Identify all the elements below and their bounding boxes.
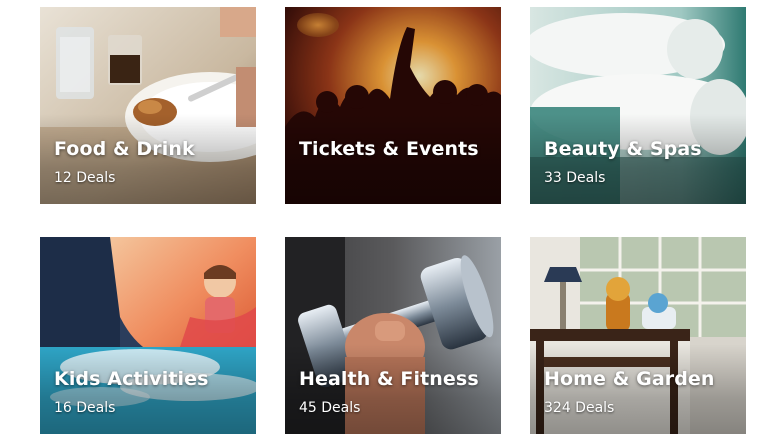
category-title: Health & Fitness: [299, 368, 479, 390]
venue-logo-icon: [297, 13, 339, 37]
category-title: Food & Drink: [54, 138, 195, 160]
deal-count: 12 Deals: [54, 170, 116, 186]
category-title: Beauty & Spas: [544, 138, 702, 160]
category-grid: Food & Drink 12 Deals Tickets & Events B…: [40, 7, 746, 434]
category-title: Tickets & Events: [299, 138, 479, 160]
deal-count: 33 Deals: [544, 170, 606, 186]
category-tile-kids-activities[interactable]: Kids Activities 16 Deals: [40, 237, 256, 434]
category-tile-beauty-spas[interactable]: Beauty & Spas 33 Deals: [530, 7, 746, 204]
category-tile-food-drink[interactable]: Food & Drink 12 Deals: [40, 7, 256, 204]
deal-count: 45 Deals: [299, 400, 361, 416]
category-tile-home-garden[interactable]: Home & Garden 324 Deals: [530, 237, 746, 434]
category-tile-health-fitness[interactable]: Health & Fitness 45 Deals: [285, 237, 501, 434]
deal-count: 16 Deals: [54, 400, 116, 416]
category-title: Kids Activities: [54, 368, 209, 390]
deal-count: 324 Deals: [544, 400, 615, 416]
category-title: Home & Garden: [544, 368, 715, 390]
category-tile-tickets-events[interactable]: Tickets & Events: [285, 7, 501, 204]
